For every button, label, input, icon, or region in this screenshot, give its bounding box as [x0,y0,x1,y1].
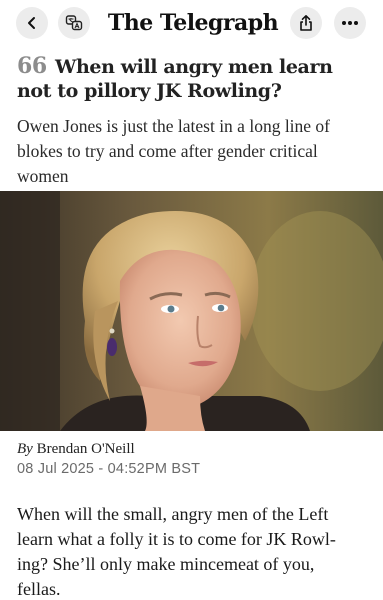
body-line: learn what a folly it is to come for JK … [17,529,336,549]
back-button[interactable] [16,7,48,39]
hero-image [0,191,383,431]
byline: By Brendan O'Neill [17,441,135,458]
top-toolbar: The Telegraph [0,0,383,46]
share-button[interactable] [290,7,322,39]
author-link[interactable]: Brendan O'Neill [37,441,135,457]
portrait-photo [0,191,383,431]
headline-text: When will angry men learn not to pillory… [17,56,333,102]
more-options-button[interactable] [334,7,366,39]
back-icon [28,17,35,29]
share-icon [300,15,312,31]
translate-button[interactable] [58,7,90,39]
article-standfirst: Owen Jones is just the latest in a long … [17,116,331,186]
article-headline: 66 When will angry men learn not to pill… [17,54,369,103]
more-icon [342,21,358,25]
comment-quote-icon: 66 [17,53,47,79]
body-line: ing? She’ll only make mincemeat of you, [17,554,315,574]
body-line: When will the small, angry men of the Le… [17,504,329,524]
publish-date: 08 Jul 2025 - 04:52PM BST [17,461,201,477]
translate-icon [65,15,83,31]
article-body-paragraph: When will the small, angry men of the Le… [17,502,369,600]
masthead-logo: The Telegraph [107,10,279,36]
byline-prefix: By [17,441,33,457]
body-line: fellas. [17,579,61,599]
